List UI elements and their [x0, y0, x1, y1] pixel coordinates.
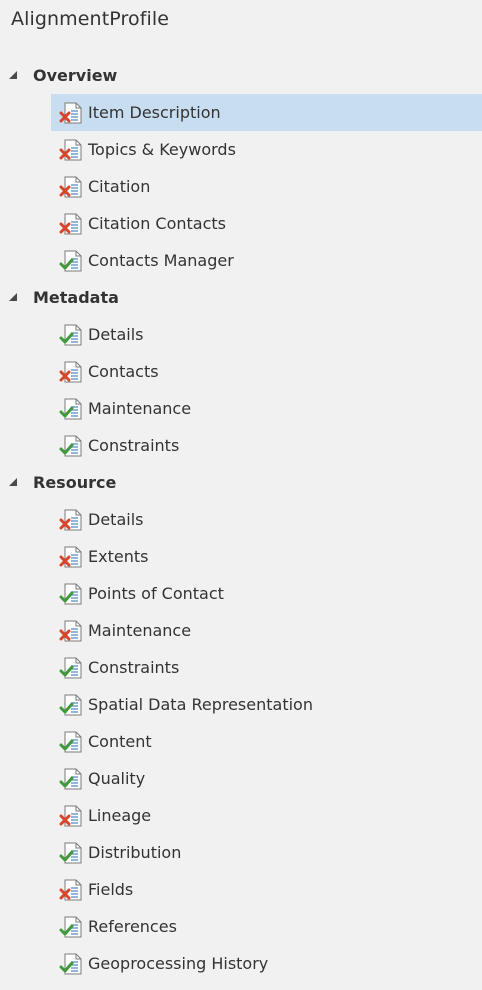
tree-item-resource-details[interactable]: Details [0, 501, 482, 538]
metadata-panel: AlignmentProfile Overview Item Descriptio… [0, 0, 482, 990]
section-header-resource[interactable]: Resource [0, 464, 482, 501]
tree-item-overview-citation-contacts[interactable]: Citation Contacts [0, 205, 482, 242]
tree-item-overview-contacts-manager[interactable]: Contacts Manager [0, 242, 482, 279]
tree-item-resource-lineage[interactable]: Lineage [0, 797, 482, 834]
document-error-icon [59, 879, 83, 901]
section-label: Metadata [33, 288, 119, 307]
tree-item-resource-references[interactable]: References [0, 908, 482, 945]
document-error-icon [59, 620, 83, 642]
caret-expanded-icon[interactable] [9, 478, 17, 486]
document-error-icon [59, 102, 83, 124]
metadata-tree: Overview Item Description Topics & Keyword… [0, 57, 482, 982]
tree-item-label: Lineage [88, 806, 152, 825]
tree-item-label: Geoprocessing History [88, 954, 269, 973]
document-check-icon [59, 694, 83, 716]
tree-item-label: Distribution [88, 843, 182, 862]
document-check-icon [59, 768, 83, 790]
tree-item-overview-citation[interactable]: Citation [0, 168, 482, 205]
section-label: Overview [33, 66, 118, 85]
document-check-icon [59, 435, 83, 457]
panel-title: AlignmentProfile [11, 8, 170, 30]
section-header-metadata[interactable]: Metadata [0, 279, 482, 316]
document-error-icon [59, 509, 83, 531]
caret-expanded-icon[interactable] [9, 293, 17, 301]
document-check-icon [59, 916, 83, 938]
tree-item-label: Content [88, 732, 152, 751]
tree-item-label: Constraints [88, 658, 180, 677]
tree-item-label: Details [88, 325, 144, 344]
tree-item-label: Quality [88, 769, 146, 788]
tree-item-resource-quality[interactable]: Quality [0, 760, 482, 797]
tree-item-label: Contacts Manager [88, 251, 234, 270]
tree-item-label: Maintenance [88, 621, 192, 640]
tree-item-overview-item-description[interactable]: Item Description [0, 94, 482, 131]
tree-item-label: References [88, 917, 177, 936]
tree-item-label: Topics & Keywords [88, 140, 236, 159]
document-check-icon [59, 250, 83, 272]
tree-item-resource-constraints[interactable]: Constraints [0, 649, 482, 686]
tree-item-label: Extents [88, 547, 149, 566]
section-label: Resource [33, 473, 117, 492]
tree-item-label: Constraints [88, 436, 180, 455]
tree-item-label: Citation [88, 177, 151, 196]
document-check-icon [59, 398, 83, 420]
tree-item-metadata-details[interactable]: Details [0, 316, 482, 353]
document-check-icon [59, 731, 83, 753]
document-error-icon [59, 546, 83, 568]
tree-item-label: Details [88, 510, 144, 529]
document-check-icon [59, 842, 83, 864]
tree-item-resource-fields[interactable]: Fields [0, 871, 482, 908]
document-check-icon [59, 953, 83, 975]
tree-item-resource-spatial-data-representation[interactable]: Spatial Data Representation [0, 686, 482, 723]
document-check-icon [59, 324, 83, 346]
tree-item-label: Maintenance [88, 399, 192, 418]
caret-expanded-icon[interactable] [9, 71, 17, 79]
document-error-icon [59, 139, 83, 161]
tree-item-resource-geoprocessing-history[interactable]: Geoprocessing History [0, 945, 482, 982]
document-error-icon [59, 805, 83, 827]
tree-item-resource-content[interactable]: Content [0, 723, 482, 760]
tree-item-metadata-constraints[interactable]: Constraints [0, 427, 482, 464]
document-error-icon [59, 361, 83, 383]
document-error-icon [59, 176, 83, 198]
tree-item-metadata-contacts[interactable]: Contacts [0, 353, 482, 390]
document-error-icon [59, 213, 83, 235]
tree-item-resource-maintenance[interactable]: Maintenance [0, 612, 482, 649]
document-check-icon [59, 583, 83, 605]
tree-item-resource-extents[interactable]: Extents [0, 538, 482, 575]
tree-item-label: Item Description [88, 103, 221, 122]
tree-item-label: Spatial Data Representation [88, 695, 313, 714]
tree-item-resource-points-of-contact[interactable]: Points of Contact [0, 575, 482, 612]
tree-item-overview-topics-and-keywords[interactable]: Topics & Keywords [0, 131, 482, 168]
section-header-overview[interactable]: Overview [0, 57, 482, 94]
document-check-icon [59, 657, 83, 679]
tree-item-label: Contacts [88, 362, 159, 381]
tree-item-label: Fields [88, 880, 134, 899]
tree-item-label: Points of Contact [88, 584, 224, 603]
tree-item-resource-distribution[interactable]: Distribution [0, 834, 482, 871]
tree-item-label: Citation Contacts [88, 214, 227, 233]
tree-item-metadata-maintenance[interactable]: Maintenance [0, 390, 482, 427]
